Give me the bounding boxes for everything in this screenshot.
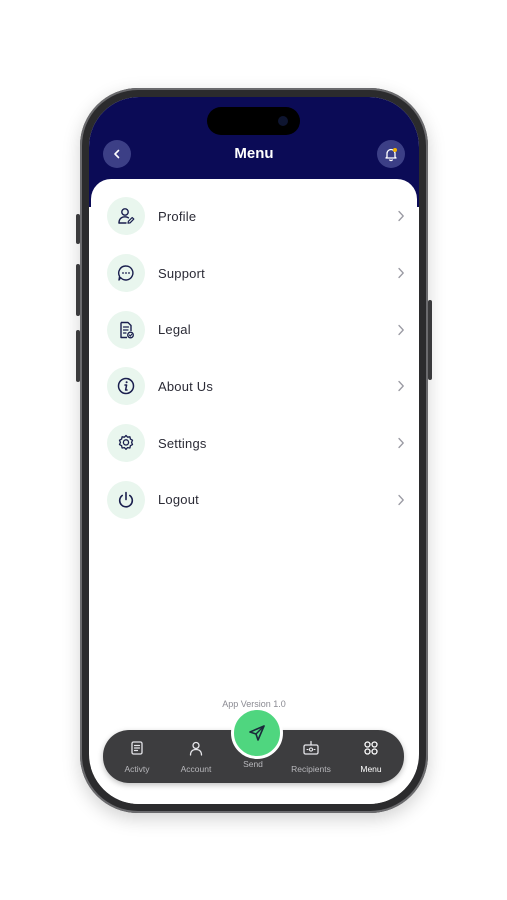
tab-menu[interactable]: Menu bbox=[343, 740, 399, 774]
chevron-right-icon bbox=[398, 381, 404, 392]
tab-label: Send bbox=[243, 759, 263, 769]
menu-item-label: Settings bbox=[158, 435, 207, 451]
menu-item-support[interactable]: Support bbox=[91, 245, 417, 302]
send-icon bbox=[249, 725, 265, 741]
menu-item-about-us[interactable]: About Us bbox=[91, 358, 417, 415]
menu-item-label: Legal bbox=[158, 322, 191, 338]
chevron-right-icon bbox=[398, 494, 404, 505]
phone-volume-down-button bbox=[76, 330, 80, 382]
tab-activity[interactable]: Activty bbox=[109, 740, 165, 774]
menu-item-legal[interactable]: Legal bbox=[91, 301, 417, 358]
chevron-right-icon bbox=[398, 267, 404, 279]
notifications-button[interactable] bbox=[377, 140, 405, 168]
chevron-right-icon bbox=[398, 437, 404, 449]
tab-label: Activty bbox=[124, 764, 150, 774]
tab-label: Recipients bbox=[291, 764, 331, 774]
send-button[interactable] bbox=[231, 707, 283, 759]
chevron-right-icon bbox=[398, 324, 404, 335]
tab-label: Account bbox=[180, 764, 212, 774]
phone-volume-up-button bbox=[76, 264, 80, 316]
tab-account[interactable]: Account bbox=[168, 740, 224, 774]
page-title: Menu bbox=[234, 145, 274, 162]
profile-edit-icon bbox=[107, 197, 145, 236]
grid-icon bbox=[364, 741, 378, 755]
info-icon bbox=[107, 367, 145, 406]
document-icon bbox=[107, 310, 145, 349]
bell-icon bbox=[385, 148, 397, 162]
recipients-icon bbox=[303, 740, 319, 755]
user-icon bbox=[189, 741, 203, 756]
phone-side-button bbox=[76, 214, 80, 244]
phone-power-button bbox=[428, 300, 432, 380]
menu-item-logout[interactable]: Logout bbox=[91, 471, 417, 528]
chat-bubble-icon bbox=[107, 254, 145, 293]
dynamic-island bbox=[207, 107, 300, 135]
chevron-right-icon bbox=[398, 211, 404, 222]
menu-item-profile[interactable]: Profile bbox=[91, 188, 417, 245]
menu-list: Profile Support Legal About Us Settings … bbox=[91, 188, 417, 528]
activity-icon bbox=[131, 741, 143, 755]
menu-item-label: Profile bbox=[158, 208, 197, 224]
menu-item-settings[interactable]: Settings bbox=[91, 415, 417, 472]
gear-icon bbox=[107, 424, 145, 463]
app-screen: Menu Profile Support Legal About Us Sett… bbox=[89, 97, 419, 804]
menu-item-label: Logout bbox=[158, 492, 199, 508]
power-icon bbox=[107, 480, 145, 519]
menu-item-label: Support bbox=[158, 265, 205, 281]
tab-recipients[interactable]: Recipients bbox=[283, 740, 339, 774]
tab-label: Menu bbox=[360, 764, 382, 774]
menu-item-label: About Us bbox=[158, 378, 214, 394]
